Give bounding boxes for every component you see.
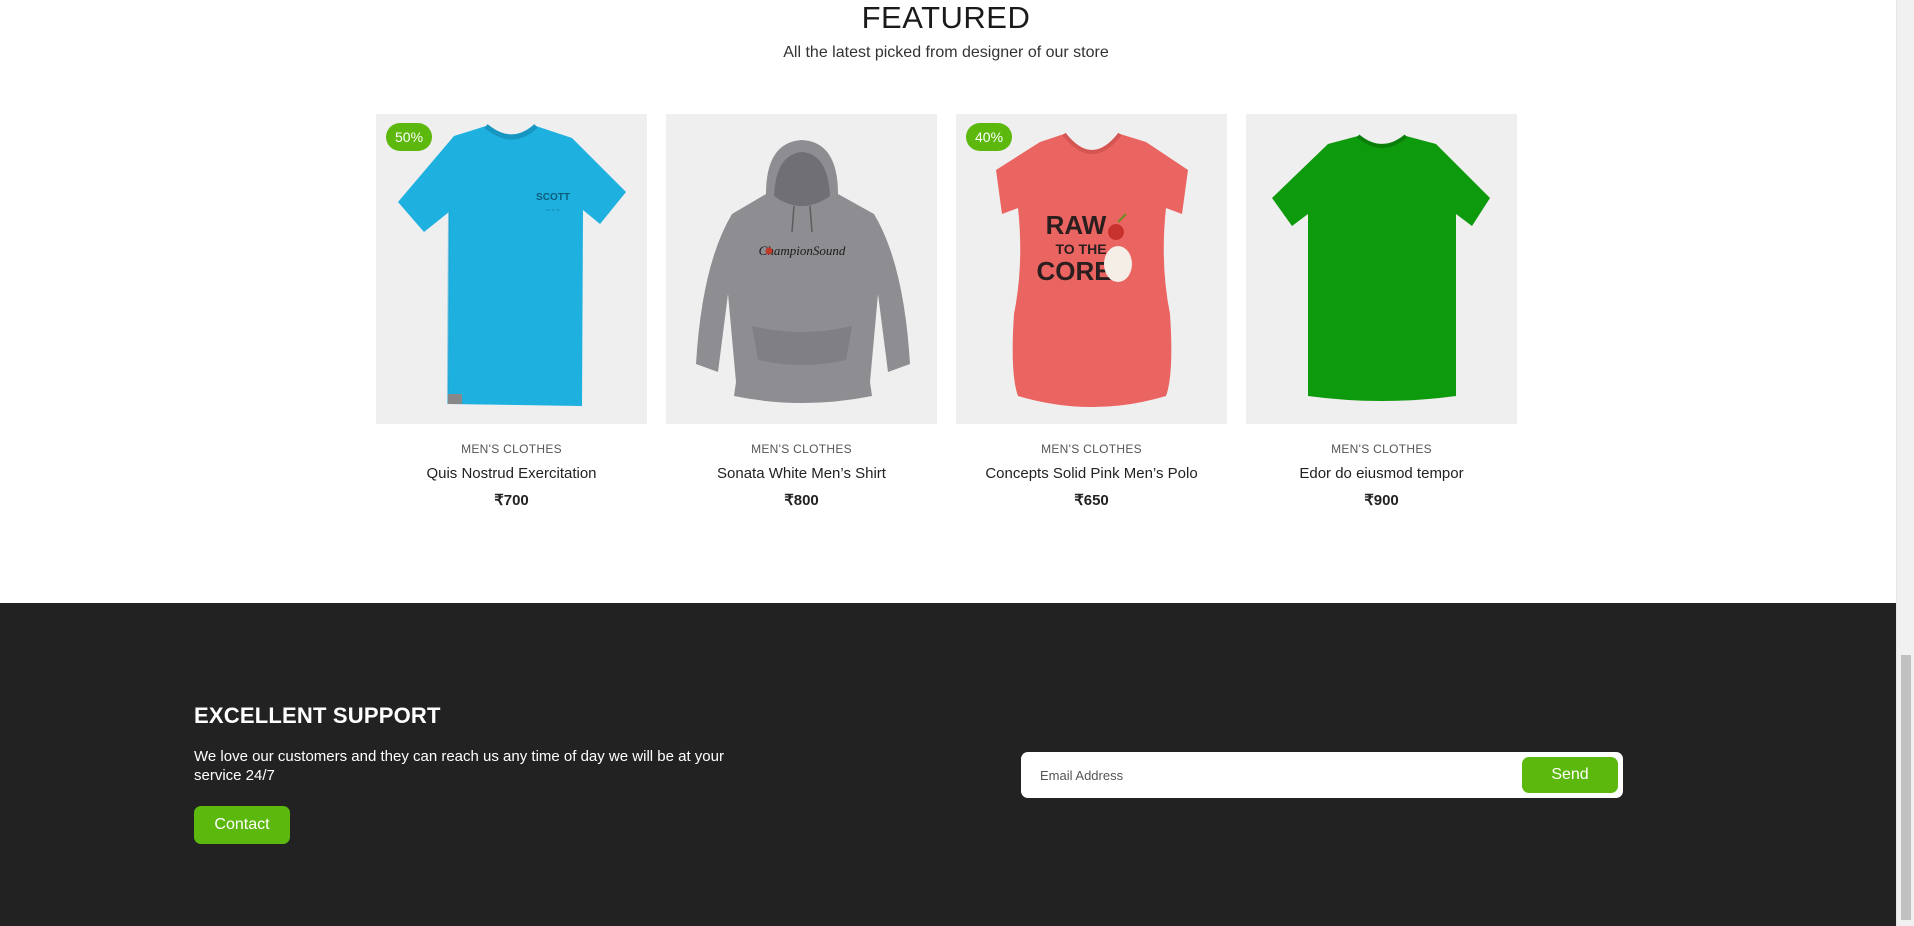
send-button[interactable]: Send bbox=[1522, 757, 1618, 793]
svg-text:RAW: RAW bbox=[1046, 210, 1107, 240]
featured-title: FEATURED bbox=[861, 0, 1031, 35]
product-name[interactable]: Edor do eiusmod tempor bbox=[1246, 465, 1517, 482]
svg-text:SCOTT: SCOTT bbox=[536, 192, 570, 203]
discount-badge: 50% bbox=[386, 123, 433, 151]
product-price: ₹900 bbox=[1364, 492, 1399, 509]
product-image[interactable]: ChampionSound bbox=[666, 114, 937, 424]
product-card[interactable]: SCOTT ~ ~ ~ 50% MEN'S CLOTHES Quis Nostr… bbox=[376, 114, 647, 509]
email-input[interactable] bbox=[1040, 752, 1480, 798]
green-tshirt-image bbox=[1272, 134, 1490, 401]
pink-tshirt-image: RAW TO THE CORE bbox=[996, 132, 1188, 407]
product-card[interactable]: ChampionSound MEN'S CLOTHES Sonata White… bbox=[666, 114, 937, 509]
blue-tshirt-image: SCOTT ~ ~ ~ bbox=[398, 124, 626, 406]
svg-text:CORE: CORE bbox=[1036, 256, 1111, 286]
contact-button[interactable]: Contact bbox=[194, 806, 290, 844]
product-price: ₹650 bbox=[1074, 492, 1109, 509]
product-name[interactable]: Sonata White Men’s Shirt bbox=[666, 465, 937, 482]
product-grid: SCOTT ~ ~ ~ 50% MEN'S CLOTHES Quis Nostr… bbox=[376, 114, 1518, 524]
product-image[interactable]: SCOTT ~ ~ ~ 50% bbox=[376, 114, 647, 424]
scrollbar-thumb[interactable] bbox=[1901, 655, 1911, 920]
support-section: EXCELLENT SUPPORT We love our customers … bbox=[0, 603, 1896, 926]
featured-subtitle: All the latest picked from designer of o… bbox=[783, 44, 1109, 61]
product-name[interactable]: Concepts Solid Pink Men’s Polo bbox=[956, 465, 1227, 482]
product-card[interactable]: RAW TO THE CORE 40% MEN'S CLOTHES Concep… bbox=[956, 114, 1227, 509]
grey-hoodie-image: ChampionSound bbox=[696, 140, 910, 403]
product-image[interactable] bbox=[1246, 114, 1517, 424]
discount-badge: 40% bbox=[966, 123, 1013, 151]
svg-text:TO THE: TO THE bbox=[1055, 241, 1106, 257]
product-category: MEN'S CLOTHES bbox=[1331, 442, 1432, 456]
product-price: ₹700 bbox=[494, 492, 529, 509]
page: FEATURED All the latest picked from desi… bbox=[0, 0, 1896, 926]
support-text: We love our customers and they can reach… bbox=[194, 748, 724, 784]
product-category: MEN'S CLOTHES bbox=[461, 442, 562, 456]
svg-text:~ ~ ~: ~ ~ ~ bbox=[546, 208, 560, 214]
product-category: MEN'S CLOTHES bbox=[751, 442, 852, 456]
newsletter-form: Send bbox=[1021, 752, 1623, 798]
product-price: ₹800 bbox=[784, 492, 819, 509]
product-card[interactable]: MEN'S CLOTHES Edor do eiusmod tempor ₹90… bbox=[1246, 114, 1517, 509]
page-scrollbar[interactable] bbox=[1896, 0, 1914, 926]
product-image[interactable]: RAW TO THE CORE 40% bbox=[956, 114, 1227, 424]
product-name[interactable]: Quis Nostrud Exercitation bbox=[376, 465, 647, 482]
support-title: EXCELLENT SUPPORT bbox=[194, 703, 441, 728]
product-category: MEN'S CLOTHES bbox=[1041, 442, 1142, 456]
